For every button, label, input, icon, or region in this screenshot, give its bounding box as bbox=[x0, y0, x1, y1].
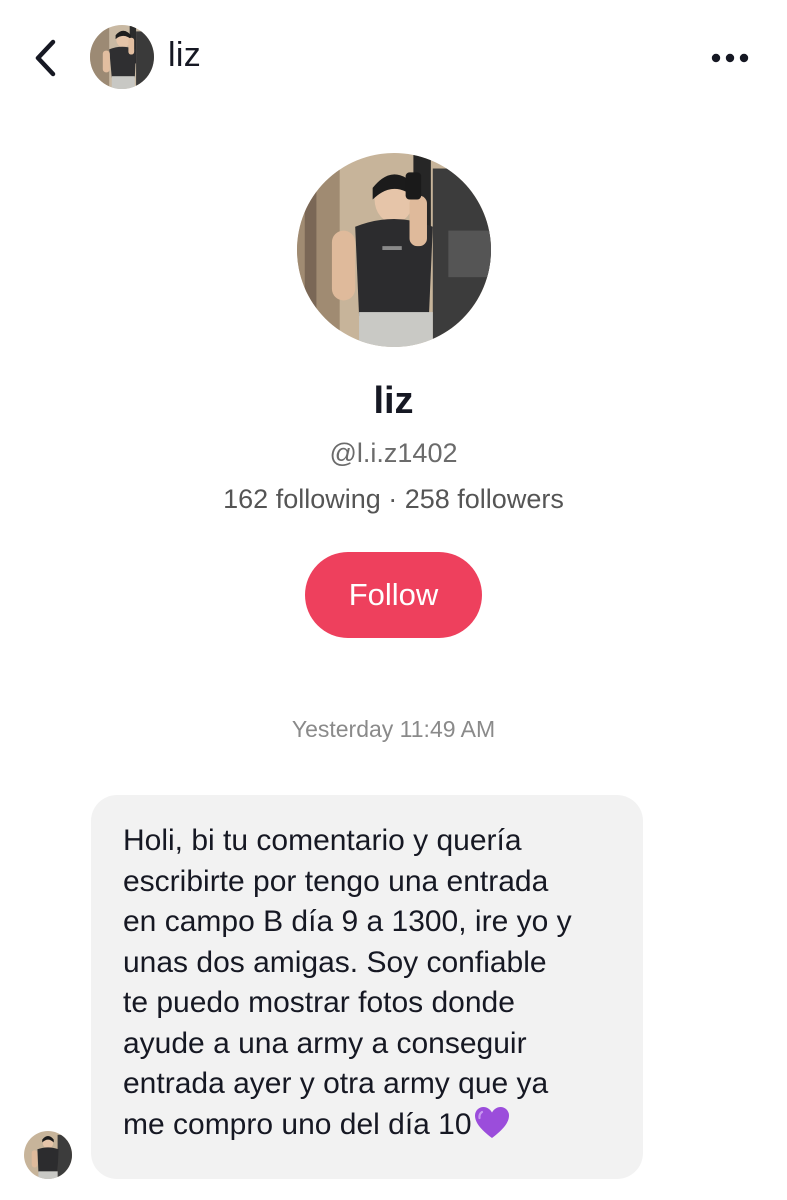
header-username[interactable]: liz bbox=[168, 36, 201, 75]
profile-handle: @l.i.z1402 bbox=[329, 438, 458, 468]
profile-display-name: liz bbox=[373, 380, 414, 422]
avatar-photo-icon bbox=[24, 1131, 72, 1179]
message-text: Holi, bi tu comentario y quería escribir… bbox=[123, 821, 623, 1145]
chat-header: liz bbox=[0, 0, 787, 112]
message-bubble[interactable]: Holi, bi tu comentario y quería escribir… bbox=[91, 795, 643, 1179]
follow-button[interactable]: Follow bbox=[305, 552, 482, 638]
back-button[interactable] bbox=[26, 36, 66, 80]
message-sender-avatar[interactable] bbox=[24, 1131, 72, 1179]
message-body: Holi, bi tu comentario y quería escribir… bbox=[123, 824, 572, 1141]
purple-heart-emoji bbox=[474, 1106, 509, 1138]
more-options-button[interactable] bbox=[706, 44, 754, 72]
more-horizontal-icon bbox=[711, 53, 749, 63]
avatar-photo-icon bbox=[90, 25, 154, 89]
message-timestamp: Yesterday 11:49 AM bbox=[291, 716, 496, 742]
header-avatar[interactable] bbox=[90, 25, 154, 89]
profile-avatar[interactable] bbox=[297, 153, 491, 347]
profile-follow-stats[interactable]: 162 following · 258 followers bbox=[0, 484, 787, 515]
avatar-photo-icon bbox=[297, 153, 491, 347]
chevron-left-icon bbox=[35, 39, 56, 77]
